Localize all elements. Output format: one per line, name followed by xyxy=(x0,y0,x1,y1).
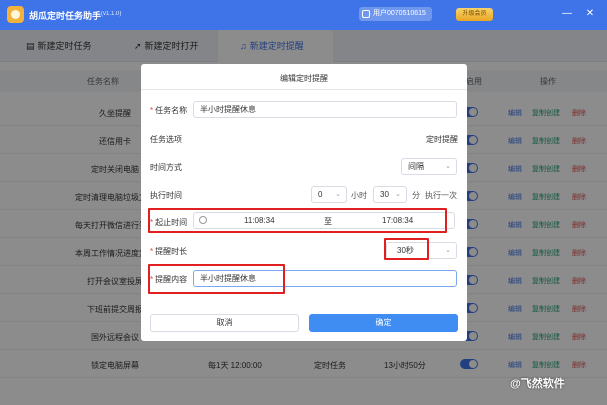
chevron-down-icon: ⌄ xyxy=(445,163,451,170)
dialog-divider xyxy=(141,89,467,90)
task-option-label: 任务选项 xyxy=(150,135,182,144)
highlight-duration xyxy=(384,238,429,260)
task-option-value: 定时提醒 xyxy=(426,135,458,144)
minutes-select[interactable]: 30 ⌄ xyxy=(373,186,407,203)
watermark: @飞然软件 xyxy=(510,378,565,390)
user-label: 用户0070510615 xyxy=(373,10,426,17)
dialog-title: 编辑定时提醒 xyxy=(280,74,328,83)
minimize-button[interactable]: — xyxy=(560,7,574,21)
chevron-down-icon: ⌄ xyxy=(335,191,341,198)
minutes-unit: 分 xyxy=(412,191,420,200)
exec-once-option[interactable]: 执行一次 xyxy=(425,190,457,201)
user-account[interactable]: 用户0070510615 xyxy=(359,7,432,21)
edit-reminder-dialog: 编辑定时提醒 * 任务名称 半小时提醒休息 任务选项 定时提醒 时间方式 间隔 ⌄… xyxy=(141,64,467,341)
highlight-content xyxy=(148,264,285,294)
time-mode-label: 时间方式 xyxy=(150,163,182,172)
user-icon xyxy=(362,10,370,18)
highlight-range xyxy=(148,208,447,233)
hours-unit: 小时 xyxy=(351,191,367,200)
task-name-input[interactable]: 半小时提醒休息 xyxy=(193,101,457,118)
chevron-down-icon: ⌄ xyxy=(445,247,451,254)
hours-select[interactable]: 0 ⌄ xyxy=(311,186,347,203)
title-bar: 胡瓜定时任务助手 (v1.1.0) 用户0070510615 升级会员 — ✕ xyxy=(0,0,607,30)
close-button[interactable]: ✕ xyxy=(583,7,597,21)
exec-time-label: 执行时间 xyxy=(150,191,182,200)
cancel-button[interactable]: 取消 xyxy=(150,314,299,332)
app-version: (v1.1.0) xyxy=(101,11,122,17)
vip-button[interactable]: 升级会员 xyxy=(456,8,493,21)
ok-button[interactable]: 确定 xyxy=(309,314,458,332)
chevron-down-icon: ⌄ xyxy=(395,191,401,198)
app-logo-icon xyxy=(7,6,24,23)
time-mode-select[interactable]: 间隔 ⌄ xyxy=(401,158,457,175)
duration-label: * 提醒时长 xyxy=(150,247,188,256)
task-name-label: * 任务名称 xyxy=(150,106,188,115)
app-title: 胡瓜定时任务助手 xyxy=(29,11,102,21)
